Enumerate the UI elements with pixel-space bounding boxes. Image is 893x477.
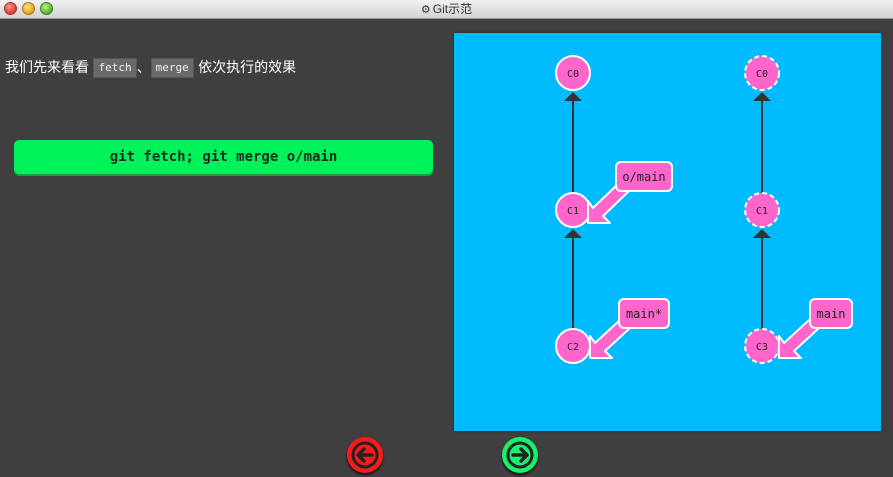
intro-text: 我们先来看看 fetch、 merge 依次执行的效果	[5, 58, 296, 78]
commit-node[interactable]: C1	[555, 192, 591, 228]
code-merge: merge	[150, 58, 194, 78]
commit-node[interactable]: C0	[555, 55, 591, 91]
commit-node-ghost[interactable]: C3	[744, 328, 780, 364]
window-titlebar: ⚙ Git示范	[0, 0, 893, 19]
arrow-left-icon	[351, 441, 379, 469]
commit-label: C1	[567, 206, 579, 217]
window-title-area: ⚙ Git示范	[0, 0, 893, 18]
branch-label: o/main	[622, 170, 665, 184]
branch-tag[interactable]: o/main	[587, 161, 673, 224]
edge-arrowhead	[564, 92, 582, 101]
code-fetch: fetch	[93, 58, 137, 78]
branch-tag[interactable]: main	[778, 298, 853, 359]
forward-button[interactable]	[502, 437, 538, 473]
gear-icon: ⚙	[420, 4, 431, 16]
branch-tag[interactable]: main*	[589, 298, 670, 359]
branch-label: main	[817, 307, 846, 321]
command-label: git fetch; git merge o/main	[109, 149, 338, 165]
commit-node-ghost[interactable]: C1	[744, 192, 780, 228]
arrow-right-icon	[506, 441, 534, 469]
commit-label: C3	[756, 342, 768, 353]
commit-node-ghost[interactable]: C0	[744, 55, 780, 91]
edge-arrowhead	[564, 229, 582, 238]
back-button[interactable]	[347, 437, 383, 473]
window-title: Git示范	[432, 2, 473, 16]
before-tree: C0 C1 C2 o/main main*	[555, 55, 673, 364]
git-tree-svg: C0 C1 C2 o/main main* C0 C1 C3 main	[555, 55, 853, 364]
commit-node[interactable]: C2	[555, 328, 591, 364]
edge-arrowhead	[753, 229, 771, 238]
edge-arrowhead	[753, 92, 771, 101]
intro-before: 我们先来看看	[5, 60, 89, 76]
commit-label: C2	[567, 342, 579, 353]
commit-label: C1	[756, 206, 768, 217]
git-visualization-panel: C0 C1 C2 o/main main* C0 C1 C3 main	[454, 33, 881, 431]
commit-label: C0	[756, 69, 768, 80]
intro-separator: 、	[136, 60, 151, 76]
commit-label: C0	[567, 69, 579, 80]
command-button[interactable]: git fetch; git merge o/main	[14, 140, 433, 174]
intro-after: 依次执行的效果	[198, 60, 297, 76]
after-tree: C0 C1 C3 main	[744, 55, 853, 364]
branch-label: main*	[626, 307, 662, 321]
